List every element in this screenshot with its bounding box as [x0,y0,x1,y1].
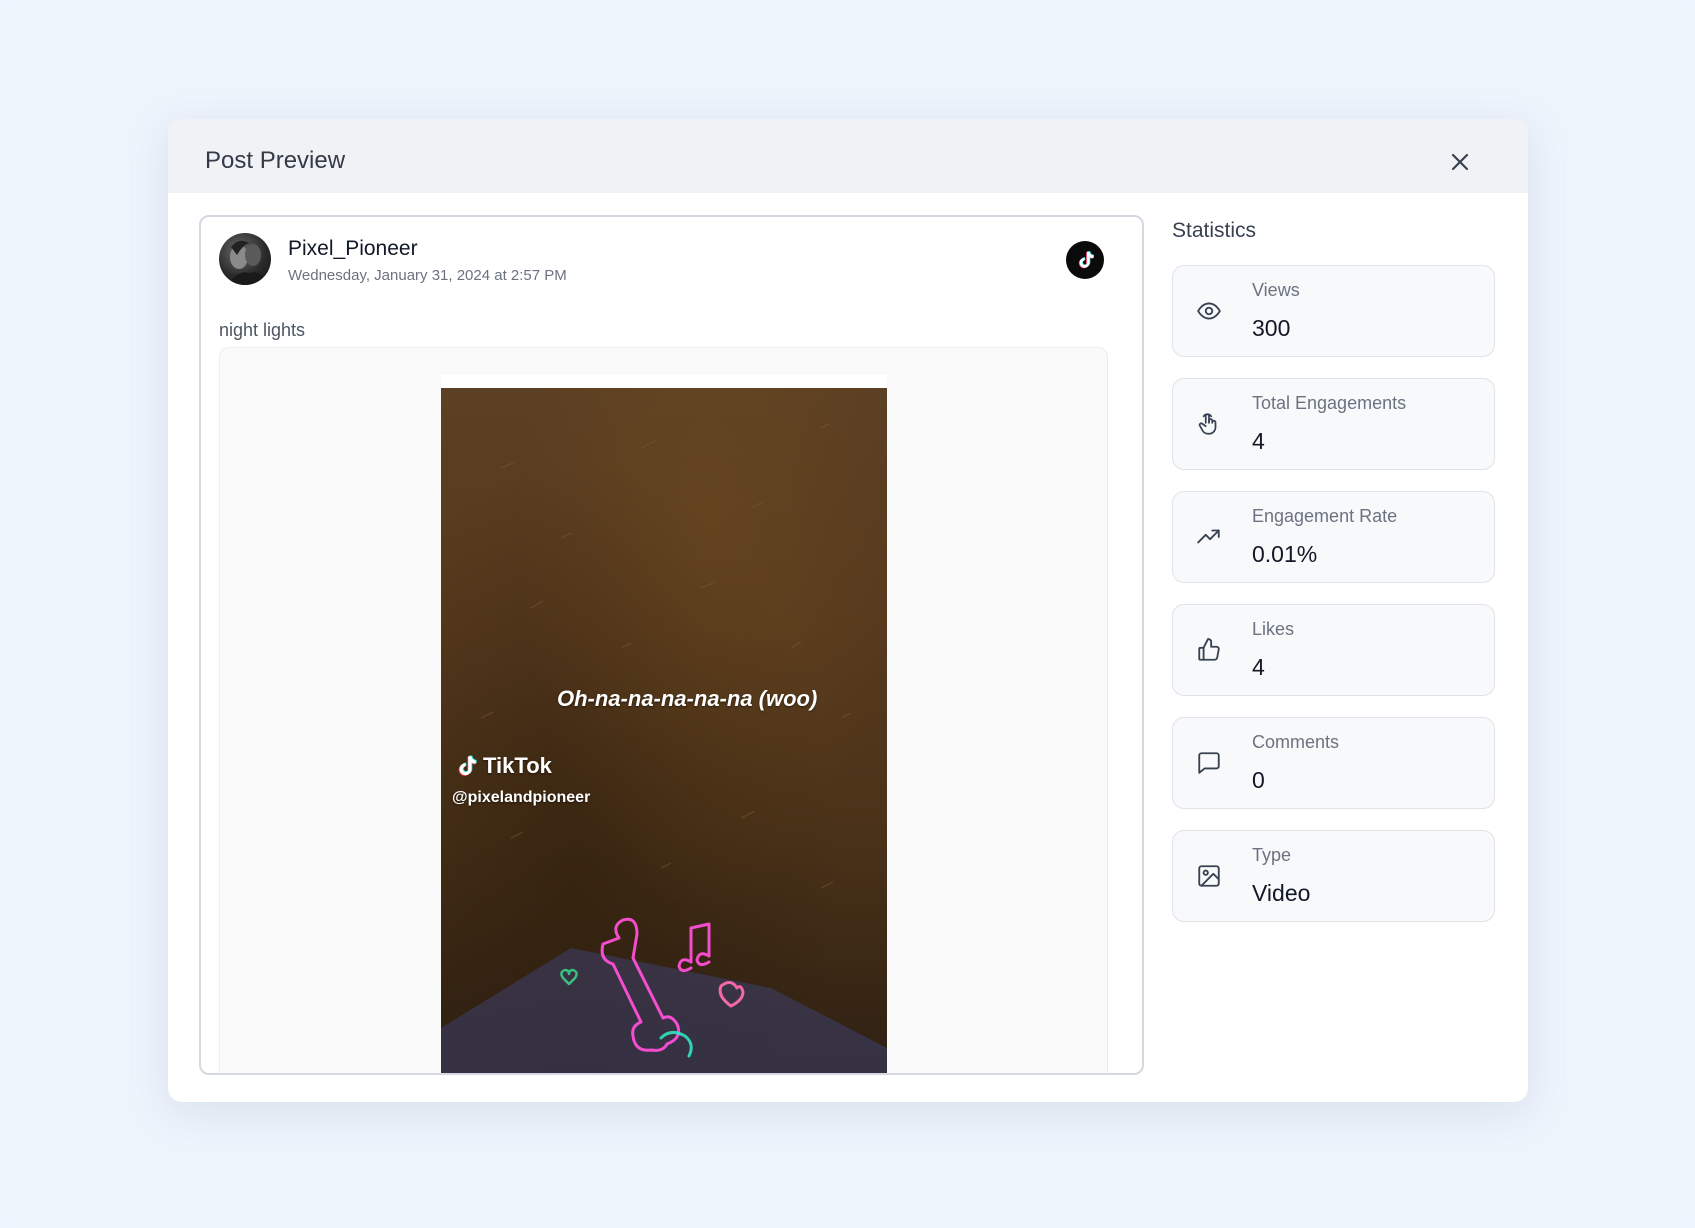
author-name[interactable]: Pixel_Pioneer [288,237,418,261]
platform-badge [1066,241,1104,279]
stat-card-views: Views 300 [1172,265,1495,357]
stat-value: 4 [1252,654,1265,680]
stat-label: Likes [1252,619,1295,639]
video-handle: @pixelandpioneer [452,789,591,806]
stat-value: 0.01% [1252,541,1318,567]
stat-card-comments: Comments 0 [1172,717,1495,809]
stat-card-engagement-rate: Engagement Rate 0.01% [1172,491,1495,583]
thumbs-up-icon [1195,636,1223,664]
video-player[interactable]: Oh-na-na-na-na-na (woo) TikTok @pixeland… [441,375,887,1073]
stat-label: Views [1252,280,1300,300]
tiktok-icon [458,755,477,776]
stat-value: 300 [1252,315,1291,341]
stat-card-total-engagements: Total Engagements 4 [1172,378,1495,470]
modal-title: Post Preview [205,147,346,174]
post-preview-modal: Post Preview Pixel_Pioneer Wednesday, Ja… [168,119,1528,1102]
comment-icon [1195,749,1223,777]
pointer-hand-icon [1195,410,1223,438]
stat-card-type: Type Video [1172,830,1495,922]
post-caption: night lights [219,320,306,340]
avatar[interactable] [219,233,271,285]
eye-icon [1195,297,1223,325]
video-lyric: Oh-na-na-na-na-na (woo) [557,686,818,711]
post-date: Wednesday, January 31, 2024 at 2:57 PM [288,267,567,284]
tiktok-watermark: TikTok [453,753,552,779]
modal-header: Post Preview [168,119,1528,193]
video-frame[interactable]: Oh-na-na-na-na-na (woo) TikTok @pixeland… [441,388,887,1073]
stat-value: Video [1252,880,1311,906]
stat-card-likes: Likes 4 [1172,604,1495,696]
stat-value: 0 [1252,767,1265,793]
media-frame: Oh-na-na-na-na-na (woo) TikTok @pixeland… [219,347,1108,1073]
close-icon [1451,153,1469,171]
close-button[interactable] [1443,145,1477,179]
stat-label: Engagement Rate [1252,506,1398,526]
post-card: Pixel_Pioneer Wednesday, January 31, 202… [199,215,1144,1075]
image-icon [1195,862,1223,890]
trending-up-icon [1195,523,1223,551]
stat-value: 4 [1252,428,1265,454]
stat-label: Type [1252,845,1292,865]
neon-guitar-icon [560,917,745,1058]
stat-label: Total Engagements [1252,393,1407,413]
statistics-title: Statistics [1172,219,1257,242]
tiktok-wordmark: TikTok [483,753,552,778]
stat-label: Comments [1252,732,1340,752]
tiktok-icon [1078,251,1094,269]
